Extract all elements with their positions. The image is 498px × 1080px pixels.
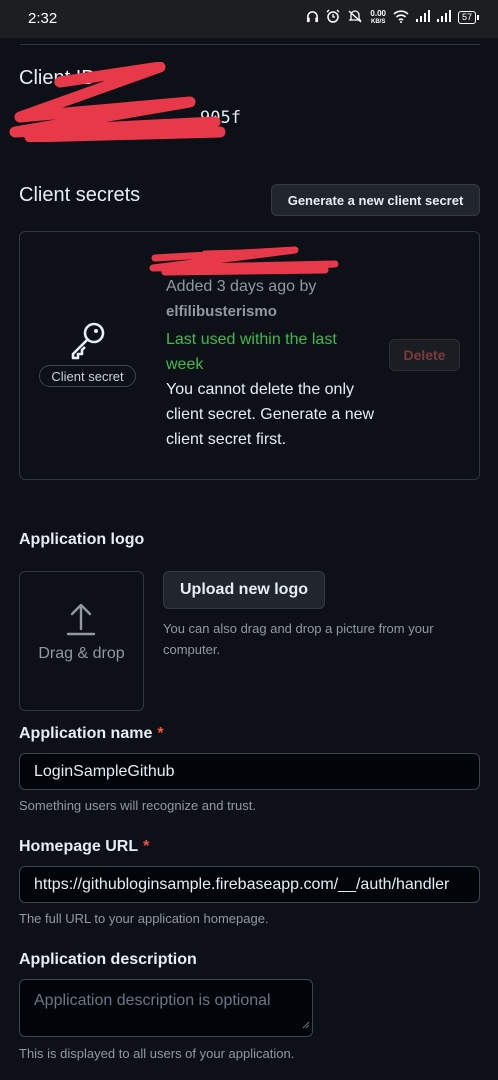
logo-help-text: You can also drag and drop a picture fro… [163,621,434,657]
homepage-url-help: The full URL to your application homepag… [19,911,269,926]
drag-drop-text: Drag & drop [38,645,125,662]
network-speed: 0.00 KB/S [370,8,386,26]
status-bar: 2:32 0.00 KB/S 57 [0,0,498,38]
application-name-label: Application name * [19,725,164,743]
application-name-label-text: Application name [19,725,153,742]
application-description-label: Application description [19,951,197,968]
homepage-url-input[interactable]: https://githubloginsample.firebaseapp.co… [19,866,480,903]
application-name-help: Something users will recognize and trust… [19,798,257,813]
description-placeholder: Application description is optional [34,992,271,1009]
status-time: 2:32 [28,10,58,27]
key-icon [68,320,108,365]
generate-client-secret-button[interactable]: Generate a new client secret [271,184,480,216]
homepage-url-label-text: Homepage URL [19,838,139,855]
divider [20,44,480,45]
required-marker: * [157,725,164,742]
homepage-url-label: Homepage URL * [19,838,149,856]
speed-value: 0.00 [370,8,386,18]
client-secrets-heading: Client secrets [19,184,141,206]
required-marker: * [143,838,150,855]
signal-icon-2 [436,10,451,25]
redaction-scribble [149,246,339,276]
upload-logo-button[interactable]: Upload new logo [163,571,325,609]
secret-added-by: elfilibusterismo [166,303,277,320]
wifi-icon [393,9,409,26]
redaction-scribble [9,62,226,142]
application-description-help: This is displayed to all users of your a… [19,1046,295,1061]
logo-drop-zone[interactable]: Drag & drop [19,571,144,711]
status-icons: 0.00 KB/S 57 [306,8,480,26]
mute-icon [347,9,363,26]
alarm-icon [326,9,340,26]
headphones-icon [306,10,319,26]
secret-last-used: Last used within the last week [166,331,337,373]
client-secret-label: Client secret [39,365,136,387]
signal-icon-1 [415,10,430,25]
application-description-input[interactable]: Application description is optional [19,979,313,1037]
client-secret-card: Client secret Added 3 days ago by elfili… [19,231,480,480]
application-logo-label: Application logo [19,531,145,548]
speed-unit: KB/S [371,18,386,25]
delete-secret-button[interactable]: Delete [389,339,460,371]
secret-delete-warning: You cannot delete the only client secret… [166,381,375,448]
application-name-input[interactable]: LoginSampleGithub [19,753,480,790]
battery-icon: 57 [457,11,480,24]
upload-icon [66,603,96,642]
resize-handle-icon[interactable] [302,1016,310,1034]
app-settings-page: Client ID 905f Client secrets Generate a… [0,38,498,1080]
secret-added-text: Added 3 days ago by [166,278,317,295]
